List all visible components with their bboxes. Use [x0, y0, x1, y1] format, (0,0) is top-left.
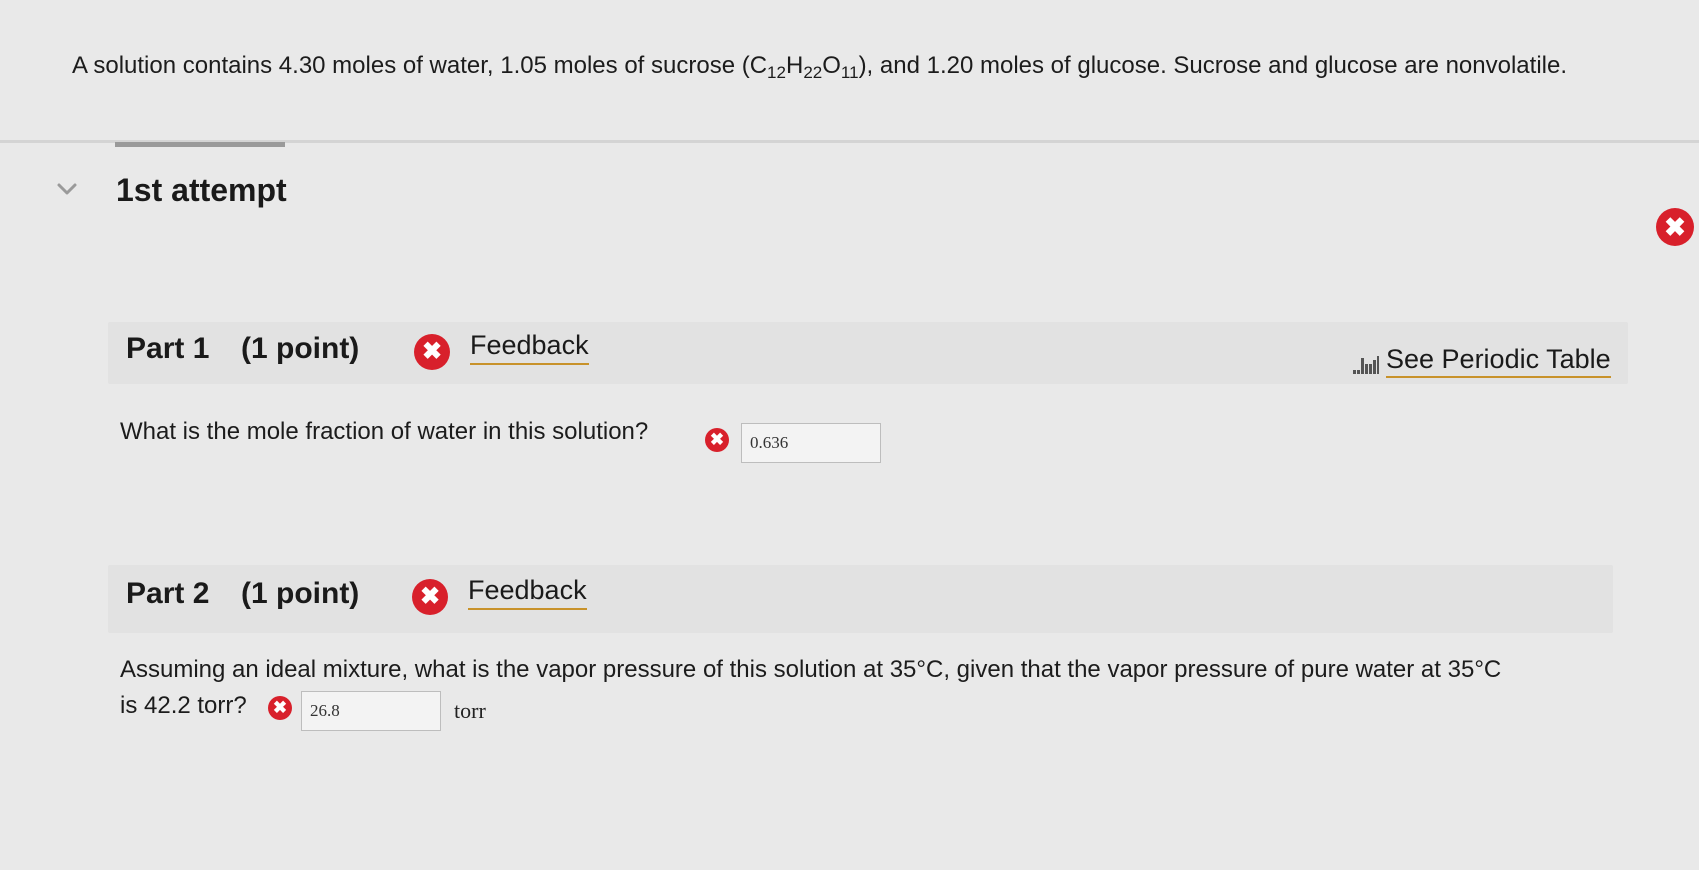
part-1-points: (1 point) — [241, 332, 360, 365]
part-2-points: (1 point) — [241, 577, 360, 610]
periodic-table-icon — [1353, 355, 1379, 374]
divider-accent — [115, 142, 285, 147]
sucrose-formula: C12H22O11 — [749, 52, 859, 82]
chevron-down-icon[interactable] — [54, 176, 80, 202]
attempt-title: 1st attempt — [116, 172, 287, 208]
periodic-table-label: See Periodic Table — [1386, 344, 1611, 378]
part-1-answer-input[interactable]: 0.636 — [741, 423, 881, 463]
periodic-table-link[interactable]: See Periodic Table — [1352, 344, 1611, 378]
part-2-question-line-1: Assuming an ideal mixture, what is the v… — [120, 656, 1502, 683]
part-1-question: What is the mole fraction of water in th… — [120, 418, 649, 445]
x-circle-icon: ✖ — [705, 428, 729, 452]
x-circle-icon: ✖ — [412, 579, 448, 615]
part-2-label: Part 2 — [126, 577, 210, 610]
x-circle-icon: ✖ — [268, 696, 292, 720]
part-2-feedback-link[interactable]: Feedback — [468, 575, 587, 610]
x-circle-icon: ✖ — [1656, 208, 1694, 246]
part-1-label: Part 1 — [126, 332, 210, 365]
part-2-answer-input[interactable]: 26.8 — [301, 691, 441, 731]
x-circle-icon: ✖ — [414, 334, 450, 370]
problem-text-start: A solution contains 4.30 moles of water,… — [72, 52, 750, 79]
part-2-unit: torr — [454, 698, 486, 723]
part-2-question-line-2: is 42.2 torr? — [120, 692, 247, 719]
part-2-header: Part 2 (1 point) ✖ Feedback — [108, 565, 1613, 633]
problem-statement: A solution contains 4.30 moles of water,… — [72, 48, 1632, 84]
problem-text-end: ), and 1.20 moles of glucose. Sucrose an… — [858, 52, 1567, 79]
part-1-feedback-link[interactable]: Feedback — [470, 330, 589, 365]
